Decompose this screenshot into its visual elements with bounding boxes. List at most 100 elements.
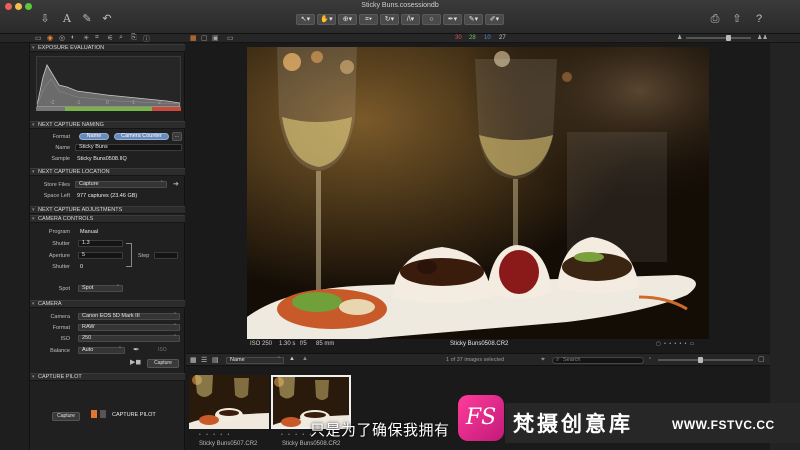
spot-removal-tool-button[interactable]: ○ [422, 14, 441, 25]
rotate-tool-button[interactable]: ↻▾ [380, 14, 399, 25]
help-icon[interactable]: ? [752, 12, 766, 26]
name-label: Name [55, 145, 70, 151]
aperture-stepper[interactable]: 5 [78, 252, 123, 259]
zoom-tool-button[interactable]: ⊕▾ [338, 14, 357, 25]
annotate-tool-button[interactable]: ✐▾ [485, 14, 504, 25]
pointer-tool-button[interactable]: ↖▾ [296, 14, 315, 25]
thumb-small-icon[interactable]: ▫ [649, 356, 651, 362]
zoom-slider-thumb[interactable] [726, 35, 731, 41]
share-icon[interactable]: ⇧ [730, 12, 744, 26]
camera-format-label: Format [52, 325, 70, 331]
next-capture-adjustments-header[interactable]: NEXT CAPTURE ADJUSTMENTS [30, 206, 185, 214]
next-capture-location-header[interactable]: NEXT CAPTURE LOCATION [30, 168, 185, 176]
thumbnail[interactable] [189, 375, 269, 429]
eyedropper-icon[interactable]: ✒ [133, 345, 140, 354]
crop-tab-icon[interactable]: ⌗ [95, 34, 99, 42]
proof-view-icon[interactable]: ▭ [227, 34, 234, 42]
text-tool-icon[interactable]: A [60, 12, 74, 26]
exposure-evaluation-header[interactable]: EXPOSURE EVALUATION [30, 44, 185, 52]
arrow-right-icon[interactable]: ➔ [173, 180, 179, 188]
pan-tool-button[interactable]: ✋▾ [317, 14, 336, 25]
sample-label: Sample [51, 156, 70, 162]
store-files-select[interactable]: Capture [75, 181, 167, 188]
search-placeholder: Search [563, 357, 581, 363]
multi-view-icon[interactable]: ▣ [212, 34, 219, 42]
thumb-large-icon[interactable]: ▢ [758, 355, 765, 363]
exposure-tab-icon[interactable]: ☀ [83, 34, 89, 42]
camera-label: Camera [50, 314, 70, 320]
filter-icon[interactable]: ⌖ [541, 356, 545, 364]
single-view-icon[interactable]: ▢ [201, 34, 208, 42]
iso-select[interactable]: 250 [78, 335, 180, 342]
selection-count: 1 of 37 images selected [446, 357, 505, 363]
shutter2-label: Shutter [52, 264, 70, 270]
search-tab-icon[interactable]: ⌕ [119, 34, 123, 42]
grid-view-icon[interactable]: ▦ [190, 34, 197, 42]
person-icon[interactable]: ♟ [677, 34, 682, 41]
main-photo[interactable] [247, 47, 709, 339]
shutter-stepper[interactable]: 1.3 [78, 240, 123, 247]
thumbnail-label: Sticky Buns0508.CR2 [282, 441, 341, 447]
brush-icon[interactable]: ✎ [80, 12, 94, 26]
people-icon[interactable]: ♟♟ [757, 34, 768, 41]
camera-select[interactable]: Canon EOS 5D Mark III [78, 313, 180, 320]
thumbnail-label: Sticky Buns0507.CR2 [199, 441, 258, 447]
shutter2-value: 0 [80, 264, 84, 270]
mask-tool-button[interactable]: ✎▾ [464, 14, 483, 25]
store-files-label: Store Files [43, 182, 70, 188]
scale-label: 1 [132, 100, 135, 106]
import-icon[interactable]: ⇩ [38, 12, 52, 26]
green-count: 28 [469, 35, 476, 41]
camera-counter-token[interactable]: Camera Counter [114, 133, 169, 140]
library-tab-icon[interactable]: ▭ [35, 34, 42, 42]
rating-dots[interactable]: ▢ • • • • • ▭ [656, 341, 708, 347]
scale-label: 2 [158, 100, 161, 106]
adjust-tab-icon[interactable]: ⚟ [107, 34, 113, 42]
video-subtitle: 只是为了确保我拥有 [310, 422, 450, 439]
search-icon: ⌕ [556, 357, 560, 363]
left-tool-strip [0, 43, 30, 450]
camera-format-select[interactable]: RAW [78, 324, 180, 331]
warning-icon: ▲ [302, 356, 308, 362]
thumbnail-size-slider[interactable] [658, 357, 753, 363]
output-tab-icon[interactable]: ⎘ [131, 34, 137, 42]
undo-icon[interactable]: ↶ [100, 12, 114, 26]
metering-select[interactable]: Spot [78, 285, 123, 292]
capture-pilot-header[interactable]: CAPTURE PILOT [30, 373, 185, 381]
sort-select[interactable]: Name [226, 357, 284, 364]
sample-value: Sticky Buns0508.IIQ [77, 156, 127, 162]
program-value: Manual [80, 229, 99, 235]
picker-tool-button[interactable]: ✒▾ [443, 14, 462, 25]
list-layout-icon[interactable]: ☰ [201, 356, 207, 364]
other-count: 27 [499, 35, 506, 41]
watermark-logo: FS [458, 395, 504, 441]
pilot-capture-button[interactable]: Capture [52, 412, 80, 421]
naming-more-button[interactable]: ... [172, 132, 182, 141]
exposure-meter-bar [36, 107, 181, 111]
capture-tab-icon[interactable]: ◉ [47, 34, 53, 42]
lens-tab-icon[interactable]: ◎ [59, 34, 65, 42]
video-camera-icon[interactable]: ▶◼ [130, 358, 141, 366]
print-icon[interactable]: ⎙ [708, 12, 722, 26]
thumbnail-size-thumb[interactable] [698, 357, 703, 363]
photo-shutter: 1.30 s [279, 341, 296, 347]
thumbnail-rating[interactable]: • • • • • [281, 432, 313, 438]
keystone-tool-button[interactable]: /\▾ [401, 14, 420, 25]
name-token[interactable]: Name [79, 133, 109, 140]
step-field[interactable] [154, 252, 178, 259]
camera-header[interactable]: CAMERA [30, 300, 185, 308]
name-field[interactable]: Sticky Buns [75, 144, 182, 151]
grid-layout-icon[interactable]: ▦ [190, 356, 197, 364]
zoom-slider[interactable] [686, 35, 751, 41]
balance-select[interactable]: Auto [78, 347, 125, 354]
filmstrip-layout-icon[interactable]: ▤ [212, 356, 219, 364]
camera-controls-header[interactable]: CAMERA CONTROLS [30, 215, 185, 223]
thumbnail-rating[interactable]: • • • • • [199, 432, 231, 438]
next-capture-naming-header[interactable]: NEXT CAPTURE NAMING [30, 121, 185, 129]
search-input[interactable]: ⌕ Search [552, 357, 644, 364]
color-tab-icon[interactable]: ◐ [71, 34, 75, 41]
sort-direction-icon[interactable]: ▲ [289, 356, 295, 362]
capture-button[interactable]: Capture [147, 359, 179, 368]
scale-label: -2 [50, 100, 55, 106]
crop-tool-button[interactable]: ⌗▾ [359, 14, 378, 25]
